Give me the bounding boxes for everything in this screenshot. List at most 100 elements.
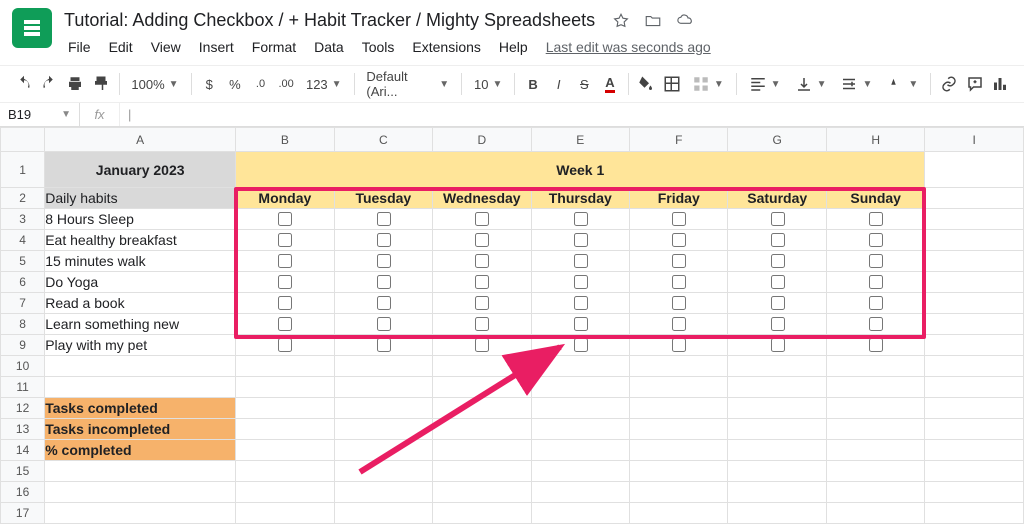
cloud-status-icon[interactable] [675, 11, 695, 31]
cell-C4[interactable] [334, 230, 432, 251]
cell-H6[interactable] [826, 272, 924, 293]
checkbox-E4[interactable] [574, 233, 588, 247]
cell-I17[interactable] [925, 503, 1024, 524]
checkbox-H8[interactable] [869, 317, 883, 331]
cell-F17[interactable] [630, 503, 728, 524]
checkbox-G5[interactable] [771, 254, 785, 268]
cell-F11[interactable] [630, 377, 728, 398]
cell-D14[interactable] [433, 440, 531, 461]
row-header-13[interactable]: 13 [1, 419, 45, 440]
week-header-cell[interactable]: Week 1 [236, 152, 925, 188]
cell-C3[interactable] [334, 209, 432, 230]
cell-F10[interactable] [630, 356, 728, 377]
cell-I12[interactable] [925, 398, 1024, 419]
cell-I9[interactable] [925, 335, 1024, 356]
cell-B4[interactable] [236, 230, 334, 251]
font-family-dropdown[interactable]: Default (Ari...▼ [360, 70, 455, 98]
cell-H7[interactable] [826, 293, 924, 314]
cell-E3[interactable] [531, 209, 629, 230]
cell-B11[interactable] [236, 377, 334, 398]
cell-B15[interactable] [236, 461, 334, 482]
cell-I2[interactable] [925, 188, 1024, 209]
cell-E5[interactable] [531, 251, 629, 272]
row-header-9[interactable]: 9 [1, 335, 45, 356]
cell-E13[interactable] [531, 419, 629, 440]
merge-cells-dropdown[interactable]: ▼ [686, 70, 730, 98]
menu-help[interactable]: Help [491, 35, 536, 59]
cell-B12[interactable] [236, 398, 334, 419]
checkbox-B6[interactable] [278, 275, 292, 289]
print-button[interactable] [63, 70, 87, 98]
day-header-tuesday[interactable]: Tuesday [334, 188, 432, 209]
cell-E7[interactable] [531, 293, 629, 314]
sheets-logo-icon[interactable] [12, 8, 52, 48]
menu-view[interactable]: View [143, 35, 189, 59]
checkbox-F4[interactable] [672, 233, 686, 247]
column-header-F[interactable]: F [630, 128, 728, 152]
column-header-A[interactable]: A [45, 128, 236, 152]
cell-F9[interactable] [630, 335, 728, 356]
text-color-button[interactable]: A [598, 70, 622, 98]
format-currency-button[interactable]: $ [197, 70, 221, 98]
row-header-6[interactable]: 6 [1, 272, 45, 293]
row-header-12[interactable]: 12 [1, 398, 45, 419]
cell-D17[interactable] [433, 503, 531, 524]
column-header-G[interactable]: G [728, 128, 826, 152]
cell-G6[interactable] [728, 272, 826, 293]
cell-D15[interactable] [433, 461, 531, 482]
cell-E14[interactable] [531, 440, 629, 461]
cell-G14[interactable] [728, 440, 826, 461]
day-header-thursday[interactable]: Thursday [531, 188, 629, 209]
cell-D5[interactable] [433, 251, 531, 272]
checkbox-B4[interactable] [278, 233, 292, 247]
cell-E6[interactable] [531, 272, 629, 293]
row-header-2[interactable]: 2 [1, 188, 45, 209]
cell-D16[interactable] [433, 482, 531, 503]
star-icon[interactable] [611, 11, 631, 31]
column-header-C[interactable]: C [334, 128, 432, 152]
habit-label-row-6[interactable]: Do Yoga [45, 272, 236, 293]
cell-I3[interactable] [925, 209, 1024, 230]
cell-C15[interactable] [334, 461, 432, 482]
day-header-sunday[interactable]: Sunday [826, 188, 924, 209]
day-header-wednesday[interactable]: Wednesday [433, 188, 531, 209]
cell-H9[interactable] [826, 335, 924, 356]
select-all-corner[interactable] [1, 128, 45, 152]
menu-tools[interactable]: Tools [354, 35, 403, 59]
horizontal-align-dropdown[interactable]: ▼ [743, 70, 787, 98]
habit-label-row-7[interactable]: Read a book [45, 293, 236, 314]
cell-C6[interactable] [334, 272, 432, 293]
text-wrap-dropdown[interactable]: ▼ [834, 70, 878, 98]
decrease-decimal-button[interactable]: .0 [249, 70, 273, 98]
checkbox-E9[interactable] [574, 338, 588, 352]
menu-insert[interactable]: Insert [191, 35, 242, 59]
habit-label-row-3[interactable]: 8 Hours Sleep [45, 209, 236, 230]
checkbox-C5[interactable] [377, 254, 391, 268]
undo-button[interactable] [12, 70, 36, 98]
cell-D13[interactable] [433, 419, 531, 440]
fill-color-button[interactable] [635, 70, 659, 98]
cell-C12[interactable] [334, 398, 432, 419]
cell-C7[interactable] [334, 293, 432, 314]
row-header-10[interactable]: 10 [1, 356, 45, 377]
cell-D4[interactable] [433, 230, 531, 251]
stats-label-row-14[interactable]: % completed [45, 440, 236, 461]
day-header-friday[interactable]: Friday [630, 188, 728, 209]
menu-file[interactable]: File [60, 35, 99, 59]
cell-F13[interactable] [630, 419, 728, 440]
checkbox-F6[interactable] [672, 275, 686, 289]
cell-G15[interactable] [728, 461, 826, 482]
cell-I15[interactable] [925, 461, 1024, 482]
checkbox-D7[interactable] [475, 296, 489, 310]
insert-comment-button[interactable] [963, 70, 987, 98]
cell-G4[interactable] [728, 230, 826, 251]
checkbox-C9[interactable] [377, 338, 391, 352]
borders-button[interactable] [660, 70, 684, 98]
strikethrough-button[interactable]: S [573, 70, 597, 98]
checkbox-C6[interactable] [377, 275, 391, 289]
cell-B8[interactable] [236, 314, 334, 335]
cell-H13[interactable] [826, 419, 924, 440]
cell-E8[interactable] [531, 314, 629, 335]
row-header-11[interactable]: 11 [1, 377, 45, 398]
cell-I1[interactable] [925, 152, 1024, 188]
